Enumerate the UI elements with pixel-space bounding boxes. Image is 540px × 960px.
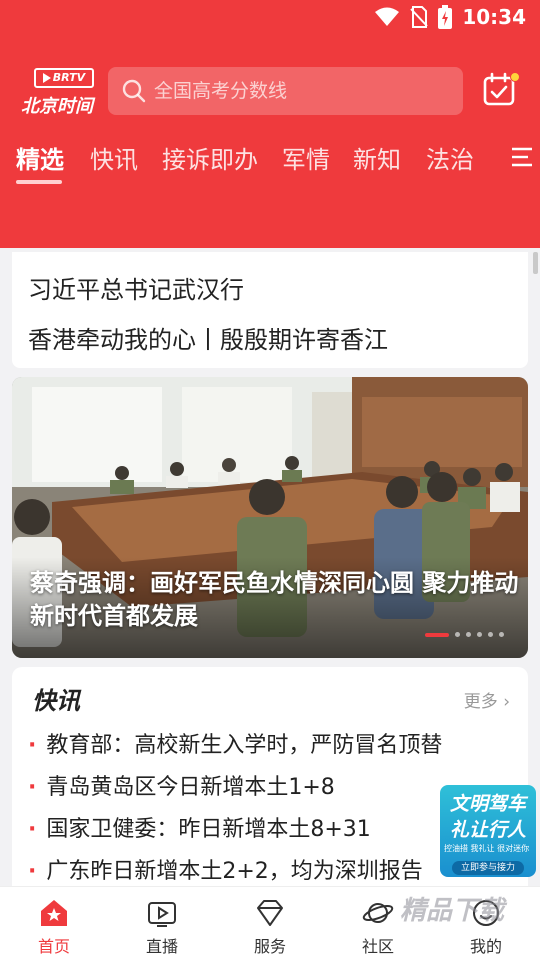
flash-news-title: 快讯 bbox=[32, 687, 80, 715]
no-sim-icon bbox=[410, 6, 429, 28]
channel-menu-icon[interactable] bbox=[510, 146, 534, 168]
carousel-pagination bbox=[425, 632, 504, 637]
status-icons: 10:34 bbox=[374, 5, 526, 29]
tab-complaints[interactable]: 接诉即办 bbox=[162, 140, 258, 175]
scroll-indicator bbox=[533, 252, 538, 274]
ad-small-text: 控油措 我礼让 很对迷你 bbox=[444, 844, 530, 853]
planet-icon bbox=[362, 903, 394, 923]
wifi-icon bbox=[375, 7, 400, 26]
nav-home[interactable]: 首页 bbox=[0, 887, 108, 960]
logo-text: 北京时间 bbox=[21, 96, 93, 117]
flash-news-item[interactable]: · 青岛黄岛区今日新增本土1+8 bbox=[28, 769, 335, 801]
search-icon bbox=[122, 79, 146, 103]
flash-news-item[interactable]: · 国家卫健委：昨日新增本土8+31 bbox=[28, 811, 371, 843]
headline-link[interactable]: 香港牵动我的心丨殷殷期许寄香江 bbox=[28, 320, 388, 355]
flash-news-text: 国家卫健委：昨日新增本土8+31 bbox=[46, 817, 371, 842]
ad-line1: 文明驾车 bbox=[449, 793, 526, 815]
bullet-icon: · bbox=[28, 733, 37, 758]
news-carousel[interactable]: 蔡奇强调：画好军民鱼水情深同心圆 聚力推动新时代首都发展 bbox=[12, 377, 528, 658]
battery-charging-icon bbox=[438, 5, 453, 29]
tab-featured[interactable]: 精选 bbox=[16, 140, 64, 175]
tab-military[interactable]: 军情 bbox=[282, 140, 330, 175]
nav-services[interactable]: 服务 bbox=[216, 887, 324, 960]
bullet-icon: · bbox=[28, 859, 37, 884]
diamond-icon bbox=[257, 900, 283, 926]
ad-join-button[interactable]: 立即参与接力 bbox=[452, 861, 524, 875]
carousel-dot[interactable] bbox=[466, 632, 471, 637]
watermark-logo: 精品下载 bbox=[400, 890, 540, 954]
carousel-dot-active[interactable] bbox=[425, 632, 449, 637]
active-tab-indicator bbox=[16, 180, 62, 184]
bullet-icon: · bbox=[28, 817, 37, 842]
app-header: 10:34 BRTV 北京时间 精选 快讯 接诉即办 军情 新知 法治 bbox=[0, 0, 540, 248]
nav-live[interactable]: 直播 bbox=[108, 887, 216, 960]
nav-label: 直播 bbox=[145, 937, 178, 956]
flash-news-text: 广东昨日新增本土2+2，均为深圳报告 bbox=[46, 859, 423, 884]
bullet-icon: · bbox=[28, 775, 37, 800]
headline-link[interactable]: 习近平总书记武汉行 bbox=[28, 270, 244, 305]
notification-dot bbox=[510, 72, 520, 82]
channel-tabs: 精选 快讯 接诉即办 军情 新知 法治 bbox=[0, 134, 540, 194]
flash-news-item[interactable]: · 广东昨日新增本土2+2，均为深圳报告 bbox=[28, 853, 423, 885]
tab-law[interactable]: 法治 bbox=[426, 140, 474, 175]
status-time: 10:34 bbox=[462, 5, 526, 29]
home-star-icon bbox=[41, 900, 67, 926]
live-tv-icon bbox=[148, 902, 176, 927]
tab-knowledge[interactable]: 新知 bbox=[353, 140, 401, 175]
search-input[interactable] bbox=[154, 67, 454, 115]
more-label: 更多 bbox=[463, 692, 498, 712]
status-bar: 10:34 bbox=[0, 0, 540, 36]
nav-label: 服务 bbox=[253, 937, 286, 956]
tab-flash[interactable]: 快讯 bbox=[90, 140, 138, 175]
carousel-dot[interactable] bbox=[488, 632, 493, 637]
calendar-checkin-button[interactable] bbox=[482, 72, 522, 112]
floating-campaign-ad[interactable]: 文明驾车 礼让行人 控油措 我礼让 很对迷你 立即参与接力 bbox=[440, 785, 536, 877]
headline-card: 习近平总书记武汉行 香港牵动我的心丨殷殷期许寄香江 bbox=[12, 252, 528, 368]
carousel-caption[interactable]: 蔡奇强调：画好军民鱼水情深同心圆 聚力推动新时代首都发展 bbox=[30, 567, 520, 633]
chevron-right-icon: › bbox=[503, 692, 510, 712]
nav-label: 首页 bbox=[37, 937, 70, 956]
search-bar[interactable] bbox=[108, 67, 463, 115]
flash-news-text: 青岛黄岛区今日新增本土1+8 bbox=[46, 775, 335, 800]
carousel-dot[interactable] bbox=[455, 632, 460, 637]
carousel-dot[interactable] bbox=[477, 632, 482, 637]
logo-badge: BRTV bbox=[34, 68, 94, 88]
flash-news-text: 教育部：高校新生入学时，严防冒名顶替 bbox=[46, 733, 443, 758]
app-logo[interactable]: BRTV 北京时间 bbox=[18, 66, 96, 118]
flash-news-item[interactable]: · 教育部：高校新生入学时，严防冒名顶替 bbox=[28, 727, 442, 759]
ad-line2: 礼让行人 bbox=[449, 819, 526, 841]
carousel-dot[interactable] bbox=[499, 632, 504, 637]
watermark-text: 精品下载 bbox=[400, 896, 505, 926]
more-link[interactable]: 更多 › bbox=[464, 687, 510, 712]
